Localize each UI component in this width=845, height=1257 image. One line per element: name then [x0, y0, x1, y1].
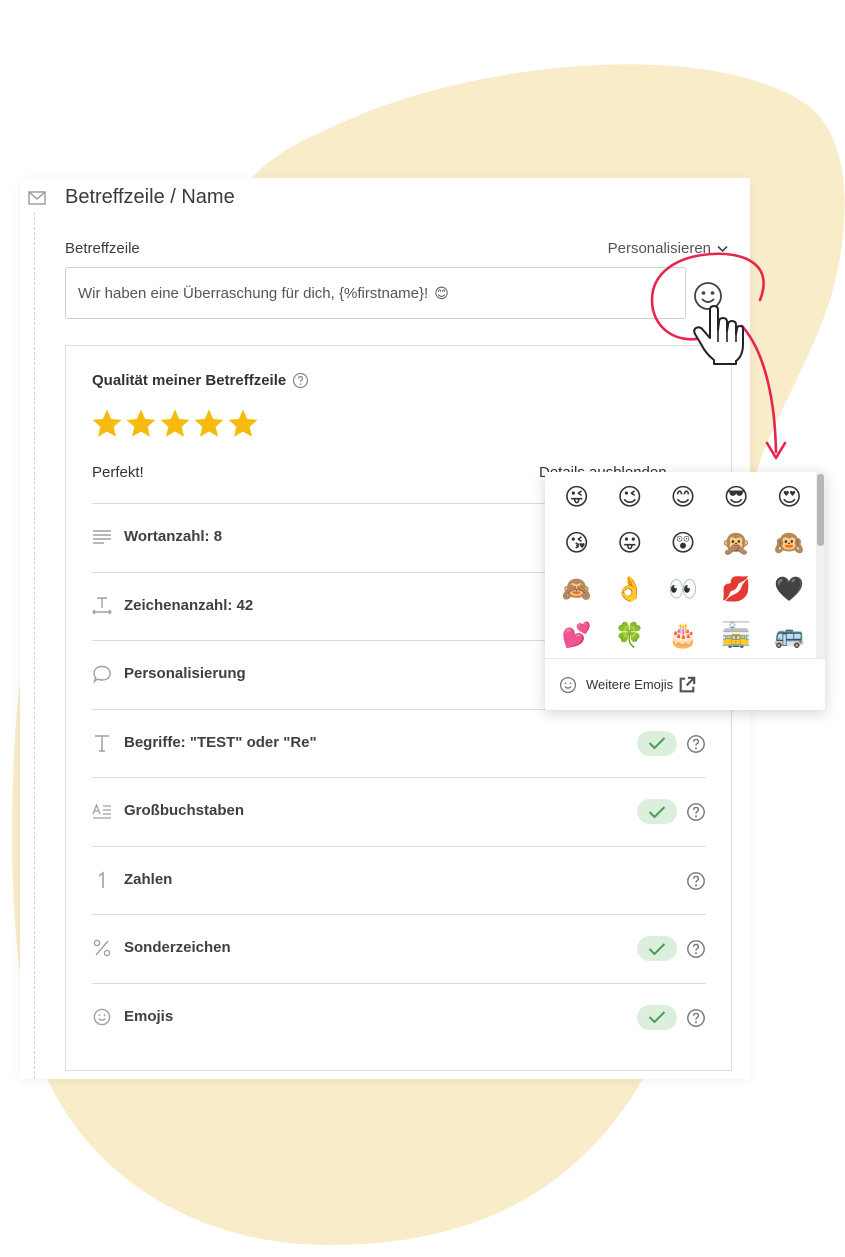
quality-title-text: Qualität meiner Betreffzeile: [92, 372, 287, 389]
percent-icon: [92, 938, 112, 958]
emoji-option[interactable]: 😲: [656, 526, 709, 572]
emoji-option[interactable]: 🙊: [710, 526, 763, 572]
number-one-icon: [92, 870, 112, 890]
text-length-icon: [92, 596, 112, 616]
criterion-label: Begriffe: "TEST" oder "Re": [124, 733, 317, 751]
picker-scroll-thumb[interactable]: [817, 474, 824, 546]
criterion-row: Begriffe: "TEST" oder "Re": [92, 708, 706, 778]
help-icon[interactable]: [292, 372, 309, 389]
check-badge: [637, 936, 677, 961]
subject-input-text: Wir haben eine Überraschung für dich, {%…: [78, 284, 429, 302]
rating-text: Perfekt!: [92, 464, 144, 481]
personalize-label: Personalisieren: [607, 240, 711, 257]
emoji-glyph: 👌: [614, 576, 645, 603]
emoji-glyph: 🚋: [721, 622, 752, 649]
emoji-option[interactable]: 👀: [656, 572, 709, 618]
emoji-option[interactable]: 😜: [550, 480, 603, 526]
emoji-glyph: 😎: [723, 484, 749, 511]
star-icon: [160, 409, 190, 437]
emoji-glyph: 👀: [668, 576, 698, 603]
star-icon: [92, 409, 122, 437]
pointer-hand-icon: [693, 305, 744, 365]
rating-stars: [91, 408, 259, 440]
subject-label: Betreffzeile: [65, 240, 140, 257]
check-icon: [648, 1010, 666, 1024]
emoji-glyph: 😲: [670, 530, 696, 557]
emoji-glyph: 😍: [776, 484, 802, 511]
picker-scrollbar[interactable]: [816, 472, 825, 658]
personalize-dropdown[interactable]: Personalisieren: [608, 240, 728, 257]
criterion-row: Sonderzeichen: [92, 914, 706, 983]
emoji-glyph: 💋: [721, 576, 752, 603]
emoji-glyph: 🖤: [774, 576, 805, 603]
check-badge: [637, 730, 677, 756]
text-t-icon: [92, 733, 112, 753]
external-link-icon: [679, 676, 696, 692]
help-icon[interactable]: [686, 802, 706, 822]
check-badge: [637, 1004, 677, 1030]
star-icon: [126, 409, 156, 437]
criterion-row: Zahlen: [92, 845, 706, 915]
emoji-glyph: 🙊: [721, 530, 752, 557]
smiley-icon: [92, 1007, 112, 1027]
emoji-option[interactable]: 😛: [603, 526, 656, 572]
panel-rail: [34, 212, 35, 1079]
criterion-label: Sonderzeichen: [124, 939, 231, 956]
help-icon[interactable]: [686, 939, 706, 959]
emoji-grid: 😜 😉 😊 😎 😍 😘 😛 😲 🙊 🙉 🙈 👌 👀 💋 🖤 💕 🍀 🎂 🚋 🚌: [550, 480, 816, 664]
emoji-option[interactable]: 😎: [710, 480, 763, 526]
star-icon: [228, 409, 258, 437]
speech-bubble-icon: [92, 664, 112, 684]
criterion-label: Großbuchstaben: [124, 802, 245, 819]
help-icon[interactable]: [686, 734, 706, 754]
check-badge: [637, 799, 677, 824]
emoji-option[interactable]: 🖤: [763, 572, 816, 618]
emoji-glyph: 💕: [561, 622, 592, 649]
emoji-option[interactable]: 😍: [763, 480, 816, 526]
check-icon: [648, 942, 666, 956]
emoji-picker: 😜 😉 😊 😎 😍 😘 😛 😲 🙊 🙉 🙈 👌 👀 💋 🖤 💕 🍀 🎂 🚋 🚌 Weitere Emojis: [545, 472, 825, 710]
smiley-icon: [559, 676, 577, 693]
criterion-row: Emojis: [92, 982, 706, 1052]
emoji-option[interactable]: 👌: [603, 572, 656, 618]
mail-icon: [28, 191, 46, 205]
emoji-option[interactable]: 😊: [656, 480, 709, 526]
panel-title: Betreffzeile / Name: [65, 186, 235, 208]
emoji-glyph: 🍀: [614, 622, 645, 649]
uppercase-icon: [92, 801, 112, 821]
emoji-glyph: 🙈: [561, 576, 592, 603]
criterion-label: Wortanzahl: 8: [124, 528, 223, 545]
text-lines-icon: [92, 527, 112, 547]
more-emojis-link[interactable]: Weitere Emojis: [545, 658, 825, 710]
emoji-glyph: 😜: [564, 484, 590, 511]
emoji-option[interactable]: 😘: [550, 526, 603, 572]
help-icon[interactable]: [686, 1008, 706, 1028]
emoji-option[interactable]: 😉: [603, 480, 656, 526]
emoji-glyph: 🎂: [668, 622, 698, 649]
more-emojis-label: Weitere Emojis: [586, 677, 674, 692]
emoji-option[interactable]: 💋: [710, 572, 763, 618]
emoji-glyph: 🚌: [774, 622, 805, 649]
criterion-label: Emojis: [124, 1007, 174, 1025]
check-icon: [648, 736, 666, 750]
criterion-label: Personalisierung: [124, 665, 246, 682]
subject-input[interactable]: Wir haben eine Überraschung für dich, {%…: [65, 267, 686, 319]
emoji-option[interactable]: 🙉: [763, 526, 816, 572]
criterion-label: Zeichenanzahl: 42: [124, 596, 254, 614]
criterion-row: Großbuchstaben: [92, 777, 706, 846]
quality-title: Qualität meiner Betreffzeile: [92, 372, 309, 389]
emoji-glyph: 😘: [564, 530, 590, 557]
star-icon: [194, 409, 224, 437]
check-icon: [648, 805, 666, 819]
subject-input-emoji: 😊: [434, 284, 449, 301]
criterion-label: Zahlen: [124, 870, 173, 888]
help-icon[interactable]: [686, 871, 706, 891]
emoji-glyph: 😊: [670, 484, 696, 511]
emoji-glyph: 🙉: [774, 530, 805, 557]
emoji-glyph: 😛: [617, 530, 643, 557]
chevron-down-icon: [717, 245, 728, 252]
emoji-glyph: 😉: [617, 484, 643, 511]
emoji-option[interactable]: 🙈: [550, 572, 603, 618]
